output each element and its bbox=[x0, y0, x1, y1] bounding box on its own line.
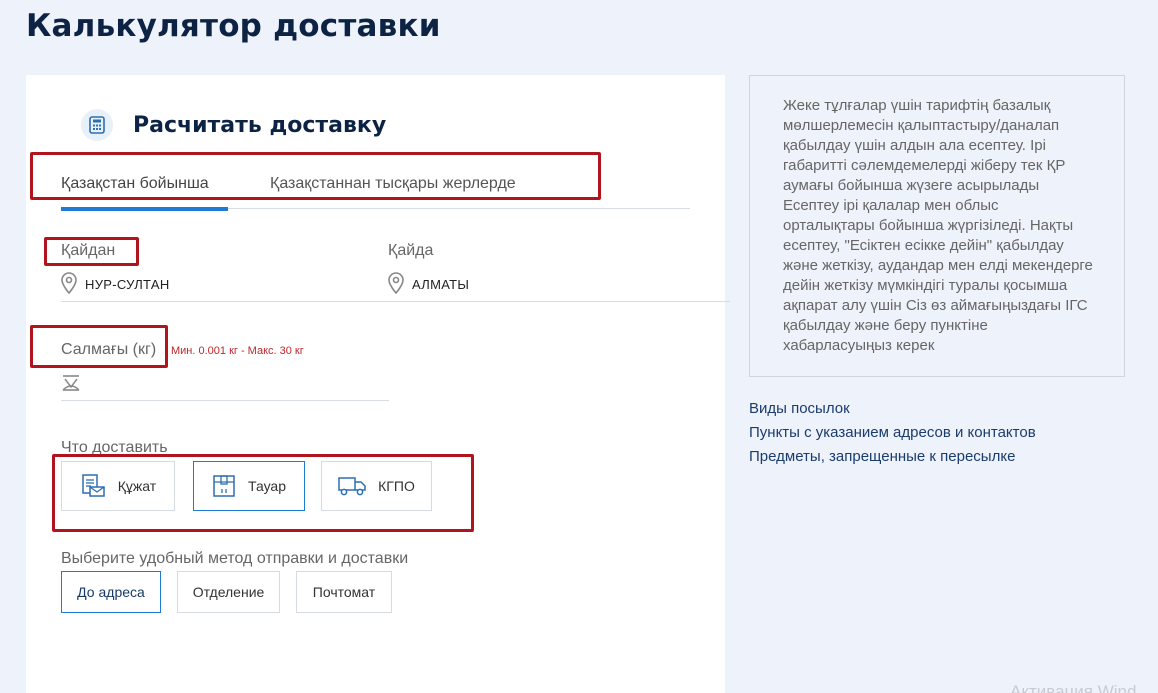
to-value: АЛМАТЫ bbox=[412, 277, 470, 292]
method-label-text: Почтомат bbox=[312, 584, 376, 600]
annotation-box-delivery-type bbox=[52, 454, 474, 532]
annotation-box-from bbox=[44, 237, 139, 266]
weight-hint: Мин. 0.001 кг - Макс. 30 кг bbox=[171, 345, 304, 357]
info-panel: Жеке тұлғалар үшін тарифтің базалық мөлш… bbox=[749, 75, 1125, 377]
method-label: Выберите удобный метод отправки и достав… bbox=[61, 550, 409, 567]
card-header: Расчитать доставку bbox=[81, 109, 386, 141]
scale-icon bbox=[61, 374, 81, 395]
info-text: Жеке тұлғалар үшін тарифтің базалық мөлш… bbox=[783, 97, 1093, 354]
from-to-underline bbox=[61, 301, 730, 302]
annotation-box-weight bbox=[30, 325, 168, 368]
calculator-icon bbox=[81, 109, 113, 141]
active-tab-underline bbox=[61, 207, 228, 211]
from-value: НУР-СУЛТАН bbox=[85, 277, 170, 292]
from-field[interactable]: НУР-СУЛТАН bbox=[61, 272, 170, 297]
method-label-text: До адреса bbox=[77, 584, 145, 600]
link-prohibited-items[interactable]: Предметы, запрещенные к пересылке bbox=[749, 448, 1015, 465]
os-activation-watermark: Активация Wind bbox=[1010, 682, 1137, 693]
to-field[interactable]: АЛМАТЫ bbox=[388, 272, 469, 297]
method-label-text: Отделение bbox=[192, 584, 265, 600]
location-pin-icon bbox=[61, 272, 77, 297]
weight-input[interactable] bbox=[61, 371, 389, 397]
weight-underline bbox=[61, 400, 389, 401]
to-label: Қайда bbox=[388, 242, 434, 259]
link-parcel-types[interactable]: Виды посылок bbox=[749, 400, 850, 417]
card-title: Расчитать доставку bbox=[133, 112, 387, 138]
link-branch-addresses[interactable]: Пункты с указанием адресов и контактов bbox=[749, 424, 1036, 441]
method-parcel-locker-button[interactable]: Почтомат bbox=[296, 571, 392, 613]
annotation-box-tabs bbox=[30, 152, 601, 200]
method-branch-button[interactable]: Отделение bbox=[177, 571, 280, 613]
method-to-address-button[interactable]: До адреса bbox=[61, 571, 161, 613]
page-title: Калькулятор доставки bbox=[26, 8, 441, 44]
location-pin-icon bbox=[388, 272, 404, 297]
